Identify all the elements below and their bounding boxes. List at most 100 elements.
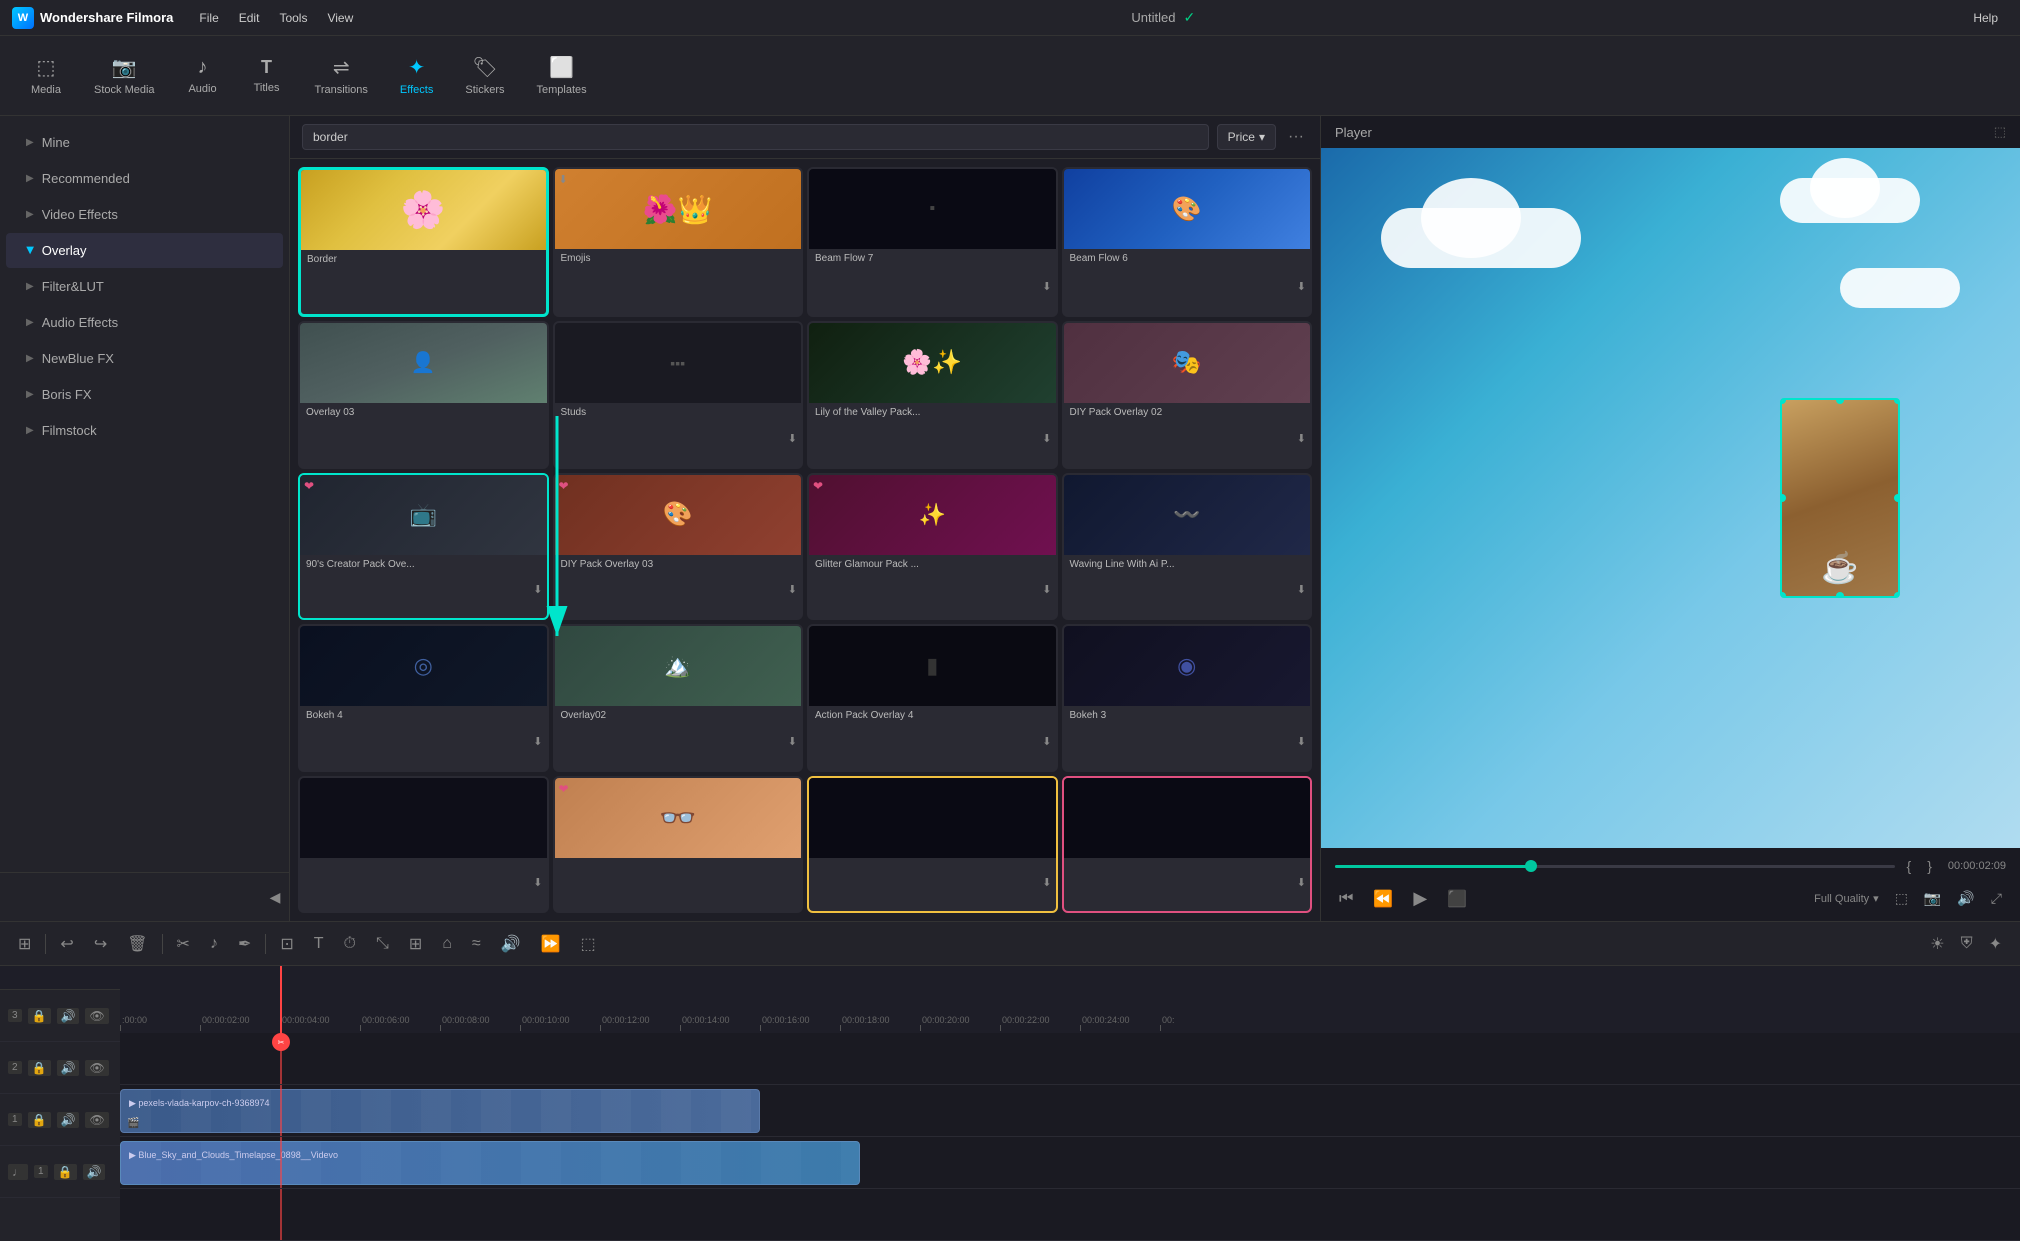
- timeline-grid-button[interactable]: ⊞: [12, 930, 37, 958]
- track2-eye-icon[interactable]: 👁: [85, 1060, 108, 1076]
- toolbar-audio[interactable]: ♪ Audio: [173, 48, 233, 103]
- track1-volume-icon[interactable]: 🔊: [57, 1112, 80, 1128]
- menu-edit[interactable]: Edit: [229, 7, 270, 29]
- timeline-timer-button[interactable]: ⏱: [338, 931, 362, 957]
- track1-eye-icon[interactable]: 👁: [85, 1112, 108, 1128]
- effect-card-diy02[interactable]: 🎭 ⬇ DIY Pack Overlay 02: [1062, 321, 1313, 469]
- track3-lock-icon[interactable]: 🔒: [28, 1008, 51, 1024]
- toolbar-stock-media[interactable]: 📷 Stock Media: [80, 47, 169, 104]
- more-options-button[interactable]: ···: [1284, 124, 1308, 150]
- sidebar-item-mine[interactable]: ▶ Mine: [6, 125, 283, 160]
- player-expand-icon[interactable]: ⬚: [1994, 124, 2006, 140]
- timeline-shield-button[interactable]: ⛨: [1955, 930, 1979, 958]
- timeline-zoom-fit-button[interactable]: ⊞: [403, 930, 428, 958]
- timeline-forward-button[interactable]: ⏩: [535, 930, 567, 958]
- effect-card-bokeh3[interactable]: ◉ ⬇ Bokeh 3: [1062, 624, 1313, 772]
- toolbar-stickers[interactable]: 🏷 Stickers: [451, 47, 518, 104]
- sidebar-item-video-effects[interactable]: ▶ Video Effects: [6, 197, 283, 232]
- sidebar-item-newblue-fx[interactable]: ▶ NewBlue FX: [6, 341, 283, 376]
- resize-handle-bl[interactable]: [1780, 592, 1786, 598]
- timeline-audio2-button[interactable]: 🔊: [495, 930, 527, 958]
- effect-card-diy03[interactable]: 🎨 ❤ ⬇ DIY Pack Overlay 03: [553, 473, 804, 621]
- quality-selector[interactable]: Full Quality ▾: [1814, 892, 1879, 905]
- price-filter-button[interactable]: Price ▾: [1217, 124, 1276, 150]
- resize-handle-bc[interactable]: [1836, 592, 1844, 598]
- skip-back-button[interactable]: ⏮: [1335, 886, 1357, 912]
- boris-fx-label: Boris FX: [42, 387, 92, 402]
- timeline-text-button[interactable]: T: [308, 931, 330, 957]
- progress-track[interactable]: [1335, 865, 1895, 868]
- toolbar-templates[interactable]: ⬜ Templates: [522, 47, 600, 104]
- menu-view[interactable]: View: [317, 7, 363, 29]
- collapse-panel-button[interactable]: ◀: [265, 877, 285, 917]
- audio1-volume-icon[interactable]: 🔊: [83, 1164, 106, 1180]
- sidebar-item-overlay[interactable]: ▶ Overlay: [6, 233, 283, 268]
- sidebar-item-filmstock[interactable]: ▶ Filmstock: [6, 413, 283, 448]
- sidebar-item-filter-lut[interactable]: ▶ Filter&LUT: [6, 269, 283, 304]
- timeline-pip-button[interactable]: ⬚: [575, 930, 602, 958]
- menu-tools[interactable]: Tools: [269, 7, 317, 29]
- effect-card-studs[interactable]: ▪▪▪ ⬇ Studs: [553, 321, 804, 469]
- screenshot-button[interactable]: 📷: [1920, 886, 1945, 911]
- track1-lock-icon[interactable]: 🔒: [28, 1112, 51, 1128]
- menu-file[interactable]: File: [189, 7, 228, 29]
- effect-card-bokeh4[interactable]: ◎ ⬇ Bokeh 4: [298, 624, 549, 772]
- bracket-in[interactable]: {: [1903, 856, 1916, 876]
- search-input[interactable]: [302, 124, 1209, 150]
- volume-button[interactable]: 🔊: [1953, 886, 1978, 911]
- track2-lock-icon[interactable]: 🔒: [28, 1060, 51, 1076]
- timeline-pen-button[interactable]: ✒: [232, 930, 257, 958]
- track2-clip[interactable]: ▶ pexels-vlada-karpov-ch-9368974 🎬: [120, 1089, 760, 1133]
- effect-card-lily[interactable]: 🌸✨ ⬇ Lily of the Valley Pack...: [807, 321, 1058, 469]
- timeline-redo-button[interactable]: ↪: [88, 930, 113, 958]
- effect-card-overlay02[interactable]: 🏔️ ⬇ Overlay02: [553, 624, 804, 772]
- toolbar-effects[interactable]: ✦ Effects: [386, 47, 447, 104]
- timeline-fill-button[interactable]: ⌂: [436, 931, 458, 957]
- toolbar-media[interactable]: ⬚ Media: [16, 47, 76, 104]
- effect-card-glitter[interactable]: ✨ ❤ ⬇ Glitter Glamour Pack ...: [807, 473, 1058, 621]
- toolbar-titles[interactable]: T Titles: [237, 49, 297, 102]
- track3-volume-icon[interactable]: 🔊: [57, 1008, 80, 1024]
- stop-button[interactable]: ⬛: [1443, 885, 1471, 913]
- timeline-ruler[interactable]: :00:00 00:00:02:00 00:00:04:00 00:00:06:…: [120, 966, 2020, 1033]
- more-player-button[interactable]: ⤢: [1987, 886, 2006, 911]
- bracket-out[interactable]: }: [1923, 856, 1936, 876]
- effect-card-action4[interactable]: ▮ ⬇ Action Pack Overlay 4: [807, 624, 1058, 772]
- resize-handle-rc[interactable]: [1894, 494, 1900, 502]
- timeline-settings-button[interactable]: ✦: [1983, 930, 2008, 958]
- effect-card-empty2[interactable]: ⬇: [807, 776, 1058, 913]
- effect-card-beam-flow-6[interactable]: 🎨 ⬇ Beam Flow 6: [1062, 167, 1313, 317]
- effect-card-border[interactable]: 🌸 Border: [298, 167, 549, 317]
- effect-card-overlay03[interactable]: 👤 Overlay 03: [298, 321, 549, 469]
- timeline-undo-button[interactable]: ↩: [54, 930, 79, 958]
- effect-card-empty3[interactable]: ⬇: [1062, 776, 1313, 913]
- effect-card-90s[interactable]: 📺 ❤ ⬇ 90's Creator Pack Ove...: [298, 473, 549, 621]
- menu-help[interactable]: Help: [1963, 7, 2008, 29]
- player-overlay-image[interactable]: ☕: [1780, 398, 1900, 598]
- timeline-crop-button[interactable]: ⊡: [274, 930, 299, 958]
- play-button[interactable]: ▶: [1409, 884, 1431, 913]
- toolbar-transitions[interactable]: ⇌ Transitions: [301, 47, 382, 104]
- timeline-transform-button[interactable]: ⤡: [370, 931, 395, 957]
- timeline-speed-button[interactable]: ≈: [466, 931, 487, 957]
- progress-thumb[interactable]: [1525, 860, 1537, 872]
- effect-card-emojis[interactable]: 🌺👑 ⬇ Emojis: [553, 167, 804, 317]
- timeline-delete-button[interactable]: 🗑: [121, 930, 153, 958]
- effect-card-beam-flow-7[interactable]: ▪ ⬇ Beam Flow 7: [807, 167, 1058, 317]
- timeline-sun-button[interactable]: ☀: [1924, 930, 1950, 958]
- timeline-audio-button[interactable]: ♪: [204, 931, 224, 957]
- effect-card-empty1[interactable]: ⬇: [298, 776, 549, 913]
- track1-clip[interactable]: ▶ Blue_Sky_and_Clouds_Timelapse_0898__Vi…: [120, 1141, 860, 1185]
- sidebar-item-audio-effects[interactable]: ▶ Audio Effects: [6, 305, 283, 340]
- track2-volume-icon[interactable]: 🔊: [57, 1060, 80, 1076]
- effect-card-waving[interactable]: 〰️ ⬇ Waving Line With Ai P...: [1062, 473, 1313, 621]
- effect-card-person[interactable]: 👓 ❤: [553, 776, 804, 913]
- sidebar-item-boris-fx[interactable]: ▶ Boris FX: [6, 377, 283, 412]
- timeline-cut-button[interactable]: ✂: [171, 930, 196, 958]
- fullscreen-button[interactable]: ⬚: [1891, 886, 1912, 911]
- track3-eye-icon[interactable]: 👁: [85, 1008, 108, 1024]
- frame-back-button[interactable]: ⏪: [1369, 885, 1397, 913]
- sidebar-item-recommended[interactable]: ▶ Recommended: [6, 161, 283, 196]
- resize-handle-tr[interactable]: [1894, 398, 1900, 404]
- audio1-lock-icon[interactable]: 🔒: [54, 1164, 77, 1180]
